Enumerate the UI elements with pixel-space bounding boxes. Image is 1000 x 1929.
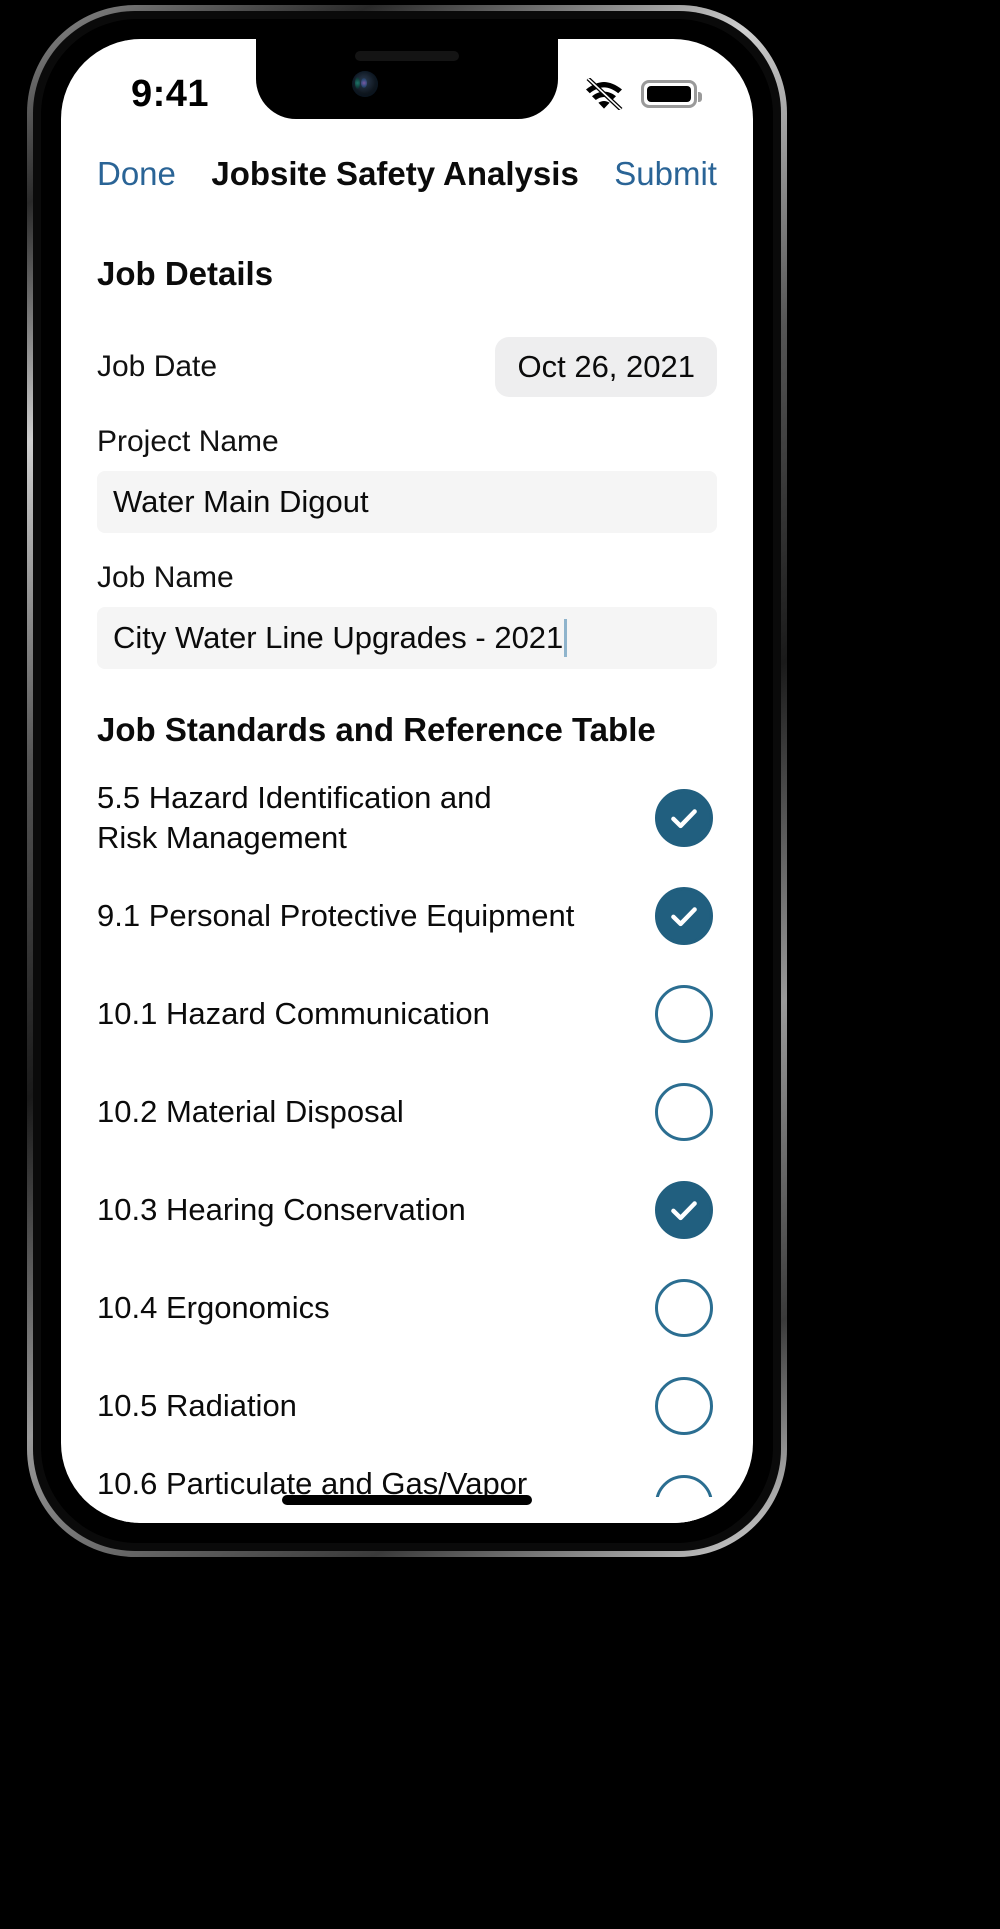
phone-frame: 9:41 Done Jobsite Safety Analysis Submit…: [27, 5, 787, 1557]
screenshot-stage: 9:41 Done Jobsite Safety Analysis Submit…: [0, 0, 1000, 1929]
battery-cap: [698, 92, 702, 102]
form-content: Job Details Job Date Oct 26, 2021 Projec…: [61, 217, 753, 1523]
checklist-row[interactable]: 9.1 Personal Protective Equipment: [97, 867, 717, 965]
checklist-item-label: 5.5 Hazard Identification and Risk Manage…: [97, 780, 492, 855]
checklist-item-label: 10.2 Material Disposal: [97, 1094, 404, 1130]
battery-full-icon: [641, 80, 702, 108]
front-camera-icon: [352, 71, 378, 97]
checkbox-unchecked-icon[interactable]: [655, 1083, 713, 1141]
checkbox-unchecked-icon[interactable]: [655, 1377, 713, 1435]
checklist-row[interactable]: 10.5 Radiation: [97, 1357, 717, 1455]
checklist-item-label: 10.1 Hazard Communication: [97, 996, 490, 1032]
checklist-item-label: 10.3 Hearing Conservation: [97, 1192, 466, 1228]
status-time: 9:41: [131, 72, 210, 115]
project-name-input[interactable]: Water Main Digout: [97, 471, 717, 533]
checklist-item-label: 9.1 Personal Protective Equipment: [97, 898, 575, 934]
checklist-row[interactable]: 10.3 Hearing Conservation: [97, 1161, 717, 1259]
job-date-row: Job Date Oct 26, 2021: [97, 337, 717, 397]
checklist-item-label: 10.4 Ergonomics: [97, 1290, 330, 1326]
wifi-off-icon: [582, 76, 626, 112]
text-caret: [564, 619, 568, 657]
job-date-label: Job Date: [97, 350, 218, 383]
phone-screen: 9:41 Done Jobsite Safety Analysis Submit…: [61, 39, 753, 1523]
checklist-row[interactable]: 10.1 Hazard Communication: [97, 965, 717, 1063]
navigation-bar: Done Jobsite Safety Analysis Submit: [61, 131, 753, 217]
battery-fill: [647, 86, 691, 102]
job-date-picker[interactable]: Oct 26, 2021: [495, 337, 717, 397]
home-indicator[interactable]: [282, 1495, 532, 1505]
done-button[interactable]: Done: [97, 155, 176, 193]
standards-checklist: 5.5 Hazard Identification and Risk Manage…: [97, 769, 717, 1523]
notch: [256, 39, 558, 119]
checkbox-checked-icon[interactable]: [655, 887, 713, 945]
phone-midframe: 9:41 Done Jobsite Safety Analysis Submit…: [33, 11, 781, 1551]
submit-button[interactable]: Submit: [614, 155, 717, 193]
checklist-row[interactable]: 5.5 Hazard Identification and Risk Manage…: [97, 769, 717, 867]
job-name-label: Job Name: [97, 561, 234, 594]
project-name-label: Project Name: [97, 425, 279, 458]
earpiece-speaker: [355, 51, 459, 61]
standards-heading: Job Standards and Reference Table: [97, 711, 656, 748]
status-indicators: [582, 76, 702, 112]
checklist-item-label: 10.5 Radiation: [97, 1388, 297, 1424]
checkbox-unchecked-icon[interactable]: [655, 985, 713, 1043]
checklist-row[interactable]: 10.4 Ergonomics: [97, 1259, 717, 1357]
checkbox-checked-icon[interactable]: [655, 1181, 713, 1239]
job-name-input[interactable]: City Water Line Upgrades - 2021: [97, 607, 717, 669]
checkbox-unchecked-icon[interactable]: [655, 1279, 713, 1337]
checkbox-checked-icon[interactable]: [655, 789, 713, 847]
phone-bezel: 9:41 Done Jobsite Safety Analysis Submit…: [41, 19, 773, 1543]
job-name-value: City Water Line Upgrades - 2021: [113, 620, 564, 655]
checklist-row[interactable]: 10.2 Material Disposal: [97, 1063, 717, 1161]
job-details-heading: Job Details: [97, 255, 274, 292]
page-title: Jobsite Safety Analysis: [211, 155, 579, 192]
project-name-group: Project Name Water Main Digout: [97, 425, 717, 533]
job-name-group: Job Name City Water Line Upgrades - 2021: [97, 561, 717, 669]
